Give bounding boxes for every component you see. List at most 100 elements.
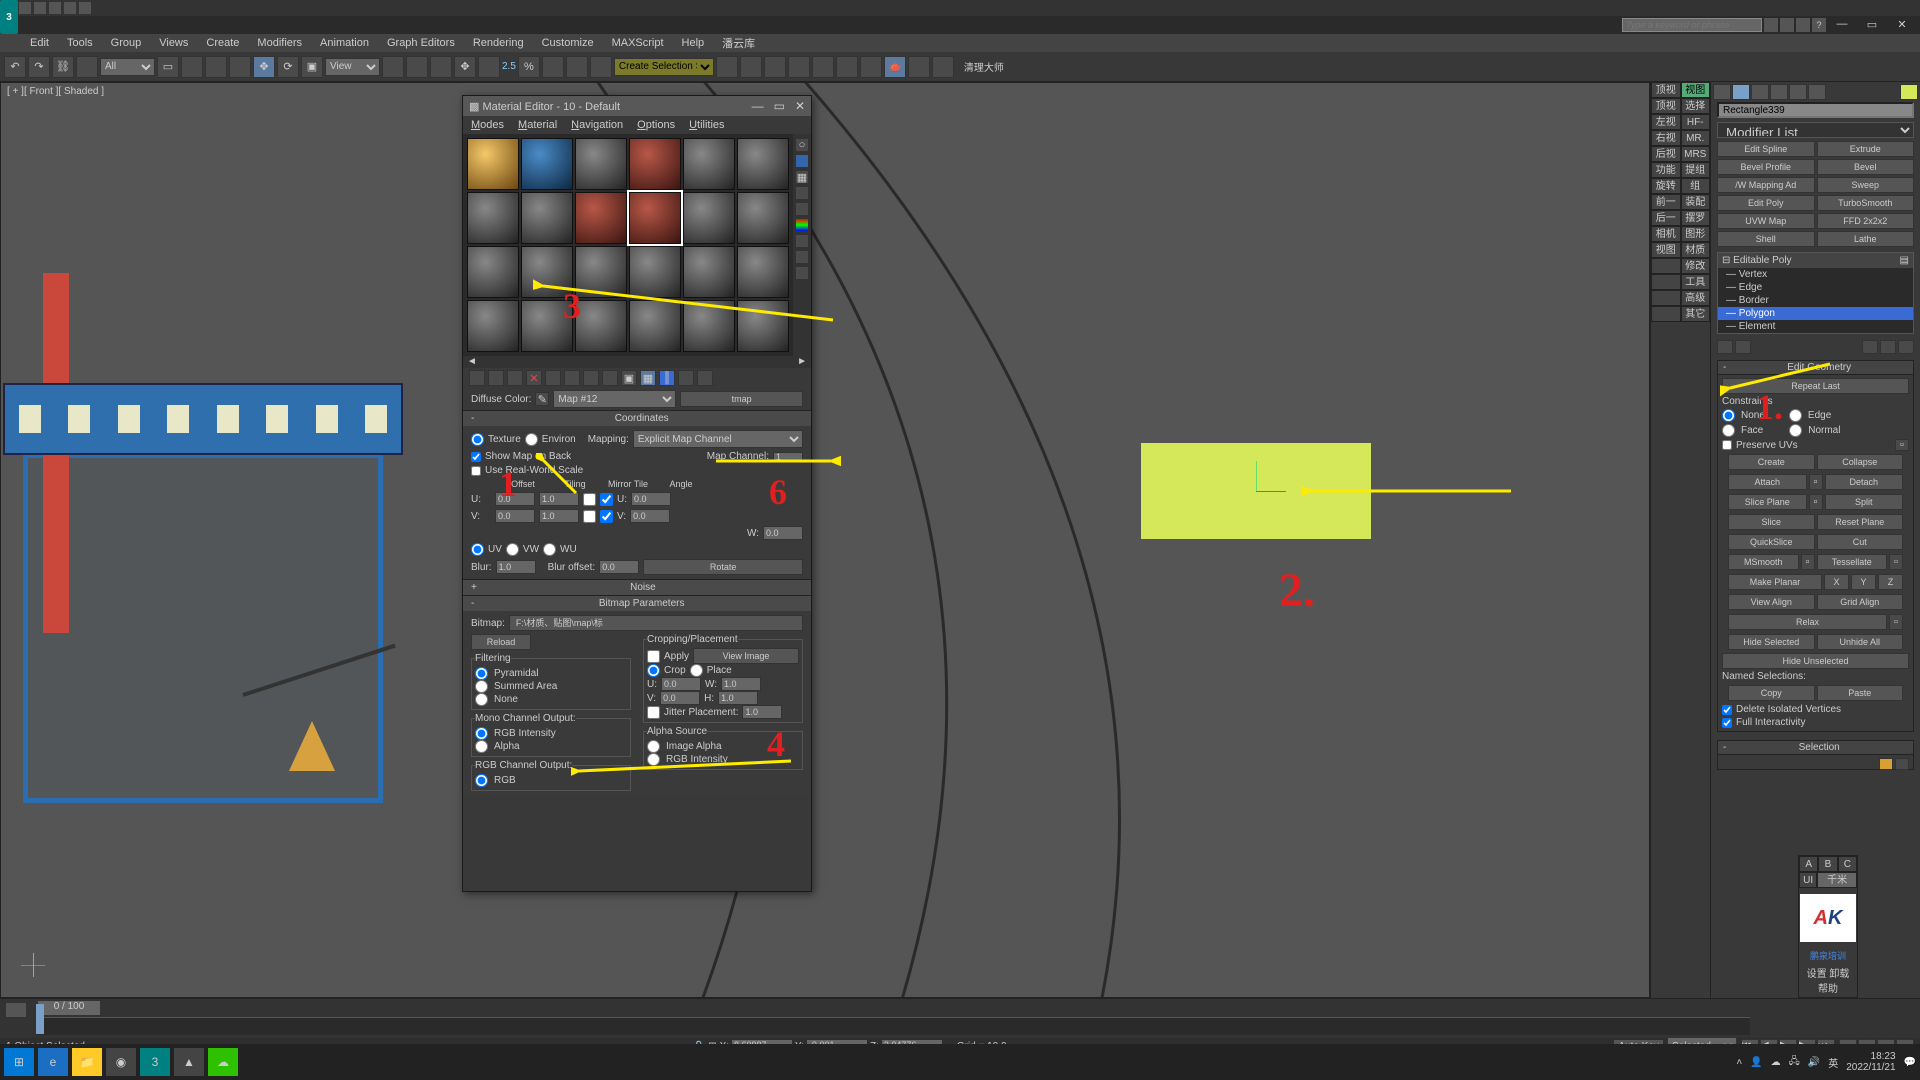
texture-radio[interactable]: [471, 433, 484, 446]
paste-button[interactable]: Paste: [1817, 685, 1904, 701]
favorites-icon[interactable]: [1796, 18, 1810, 32]
menu-潘云库[interactable]: 潘云库: [722, 35, 755, 51]
tray-cloud-icon[interactable]: ☁: [1771, 1057, 1781, 1068]
menu-views[interactable]: Views: [159, 37, 188, 49]
render-frame-icon[interactable]: [860, 56, 882, 78]
make-copy-icon[interactable]: [545, 370, 561, 386]
3dsmax-task-icon[interactable]: 3: [140, 1048, 170, 1076]
modifier-stack[interactable]: ⊟ Editable Poly▤ — Vertex— Edge— Border—…: [1717, 252, 1914, 334]
snap-icon[interactable]: ✥: [454, 56, 476, 78]
start-button[interactable]: ⊞: [4, 1048, 34, 1076]
create-button[interactable]: Create: [1728, 454, 1815, 470]
preserve-settings-icon[interactable]: ▫: [1895, 439, 1909, 451]
constraint-normal-radio[interactable]: [1789, 424, 1802, 437]
attach-button[interactable]: Attach: [1728, 474, 1807, 490]
hide-selected-button[interactable]: Hide Selected: [1728, 634, 1815, 650]
edge-icon[interactable]: e: [38, 1048, 68, 1076]
help-icon[interactable]: ?: [1812, 18, 1826, 32]
sample-type-icon[interactable]: ○: [795, 138, 809, 152]
render-prod-icon[interactable]: [908, 56, 930, 78]
menu-tools[interactable]: Tools: [67, 37, 93, 49]
me-menu-utilities[interactable]: Utilities: [689, 119, 724, 131]
mat-map-nav-icon[interactable]: [795, 266, 809, 280]
clock-time[interactable]: 18:23: [1846, 1051, 1895, 1062]
reset-plane-button[interactable]: Reset Plane: [1817, 514, 1904, 530]
selection-filter[interactable]: All: [100, 58, 155, 76]
signin-icon[interactable]: [1764, 18, 1778, 32]
mat-slot[interactable]: [467, 192, 519, 244]
reload-button[interactable]: Reload: [471, 634, 531, 650]
scale-icon[interactable]: ▣: [301, 56, 323, 78]
aux-footer[interactable]: 设置 卸载 帮助: [1799, 963, 1857, 997]
move-icon[interactable]: ✥: [253, 56, 275, 78]
manip-icon[interactable]: [406, 56, 428, 78]
create-tab-icon[interactable]: [1713, 84, 1731, 100]
qa-undo-icon[interactable]: [49, 2, 61, 14]
schematic-icon[interactable]: [788, 56, 810, 78]
pin-stack-icon[interactable]: [1717, 340, 1733, 354]
selected-polygon[interactable]: [1141, 443, 1371, 539]
menu-maxscript[interactable]: MAXScript: [612, 37, 664, 49]
utilities-tab-icon[interactable]: [1808, 84, 1826, 100]
window-crossing-icon[interactable]: [229, 56, 251, 78]
constraint-face-radio[interactable]: [1722, 424, 1735, 437]
eyedropper-icon[interactable]: ✎: [535, 392, 549, 406]
configure-icon[interactable]: [1898, 340, 1914, 354]
link-icon[interactable]: ⛓: [52, 56, 74, 78]
cut-button[interactable]: Cut: [1817, 534, 1904, 550]
me-menu-options[interactable]: Options: [637, 119, 675, 131]
create-selection-set[interactable]: Create Selection Se: [614, 58, 714, 76]
msmooth-button[interactable]: MSmooth: [1728, 554, 1799, 570]
layers-icon[interactable]: [740, 56, 762, 78]
view-align-button[interactable]: View Align: [1728, 594, 1815, 610]
mat-slot[interactable]: [683, 300, 735, 352]
mat-slot[interactable]: [467, 138, 519, 190]
notification-icon[interactable]: 💬: [1904, 1057, 1916, 1068]
clock-date[interactable]: 2022/11/21: [1846, 1062, 1895, 1073]
percent-snap-icon[interactable]: %: [518, 56, 540, 78]
show-in-vp-icon[interactable]: ▣: [621, 370, 637, 386]
mat-slot[interactable]: [521, 138, 573, 190]
split-button[interactable]: Split: [1825, 494, 1904, 510]
mat-slot[interactable]: [629, 300, 681, 352]
qa-open-icon[interactable]: [19, 2, 31, 14]
hierarchy-tab-icon[interactable]: [1751, 84, 1769, 100]
remove-mod-icon[interactable]: [1880, 340, 1896, 354]
menu-help[interactable]: Help: [682, 37, 705, 49]
qa-link-icon[interactable]: [79, 2, 91, 14]
viewport[interactable]: [ + ][ Front ][ Shaded ] 1: [0, 82, 1650, 998]
ref-coord-select[interactable]: View: [325, 58, 380, 76]
menu-group[interactable]: Group: [111, 37, 142, 49]
menu-edit[interactable]: Edit: [30, 37, 49, 49]
make-preview-icon[interactable]: [795, 218, 809, 232]
color-swatch[interactable]: [1900, 84, 1918, 100]
render-setup-icon[interactable]: [836, 56, 858, 78]
slice-plane-button[interactable]: Slice Plane: [1728, 494, 1807, 510]
go-parent-icon[interactable]: [678, 370, 694, 386]
background-icon[interactable]: ▦: [795, 170, 809, 184]
menu-modifiers[interactable]: Modifiers: [257, 37, 302, 49]
mat-slot[interactable]: [737, 246, 789, 298]
relax-button[interactable]: Relax: [1728, 614, 1887, 630]
map-name-select[interactable]: Map #12: [553, 390, 676, 408]
delete-iso-check[interactable]: [1722, 705, 1732, 715]
constraint-edge-radio[interactable]: [1789, 409, 1802, 422]
me-maximize[interactable]: ▭: [774, 99, 785, 113]
explorer-icon[interactable]: 📁: [72, 1048, 102, 1076]
material-editor-icon[interactable]: [812, 56, 834, 78]
mat-slot[interactable]: [737, 138, 789, 190]
make-planar-button[interactable]: Make Planar: [1728, 574, 1822, 590]
show-shaded-icon[interactable]: ▦: [640, 370, 656, 386]
window-minimize[interactable]: —: [1828, 18, 1856, 32]
tessellate-button[interactable]: Tessellate: [1817, 554, 1888, 570]
rect-select-icon[interactable]: [205, 56, 227, 78]
go-forward-icon[interactable]: [697, 370, 713, 386]
named-sel-icon[interactable]: [566, 56, 588, 78]
undo-icon[interactable]: ↶: [4, 56, 26, 78]
real-world-check[interactable]: [471, 466, 481, 476]
mat-slot[interactable]: [575, 192, 627, 244]
unhide-all-button[interactable]: Unhide All: [1817, 634, 1904, 650]
mat-slot[interactable]: [575, 246, 627, 298]
timeline[interactable]: 0 / 100: [0, 998, 1920, 1038]
show-end-result-icon[interactable]: ║: [659, 370, 675, 386]
